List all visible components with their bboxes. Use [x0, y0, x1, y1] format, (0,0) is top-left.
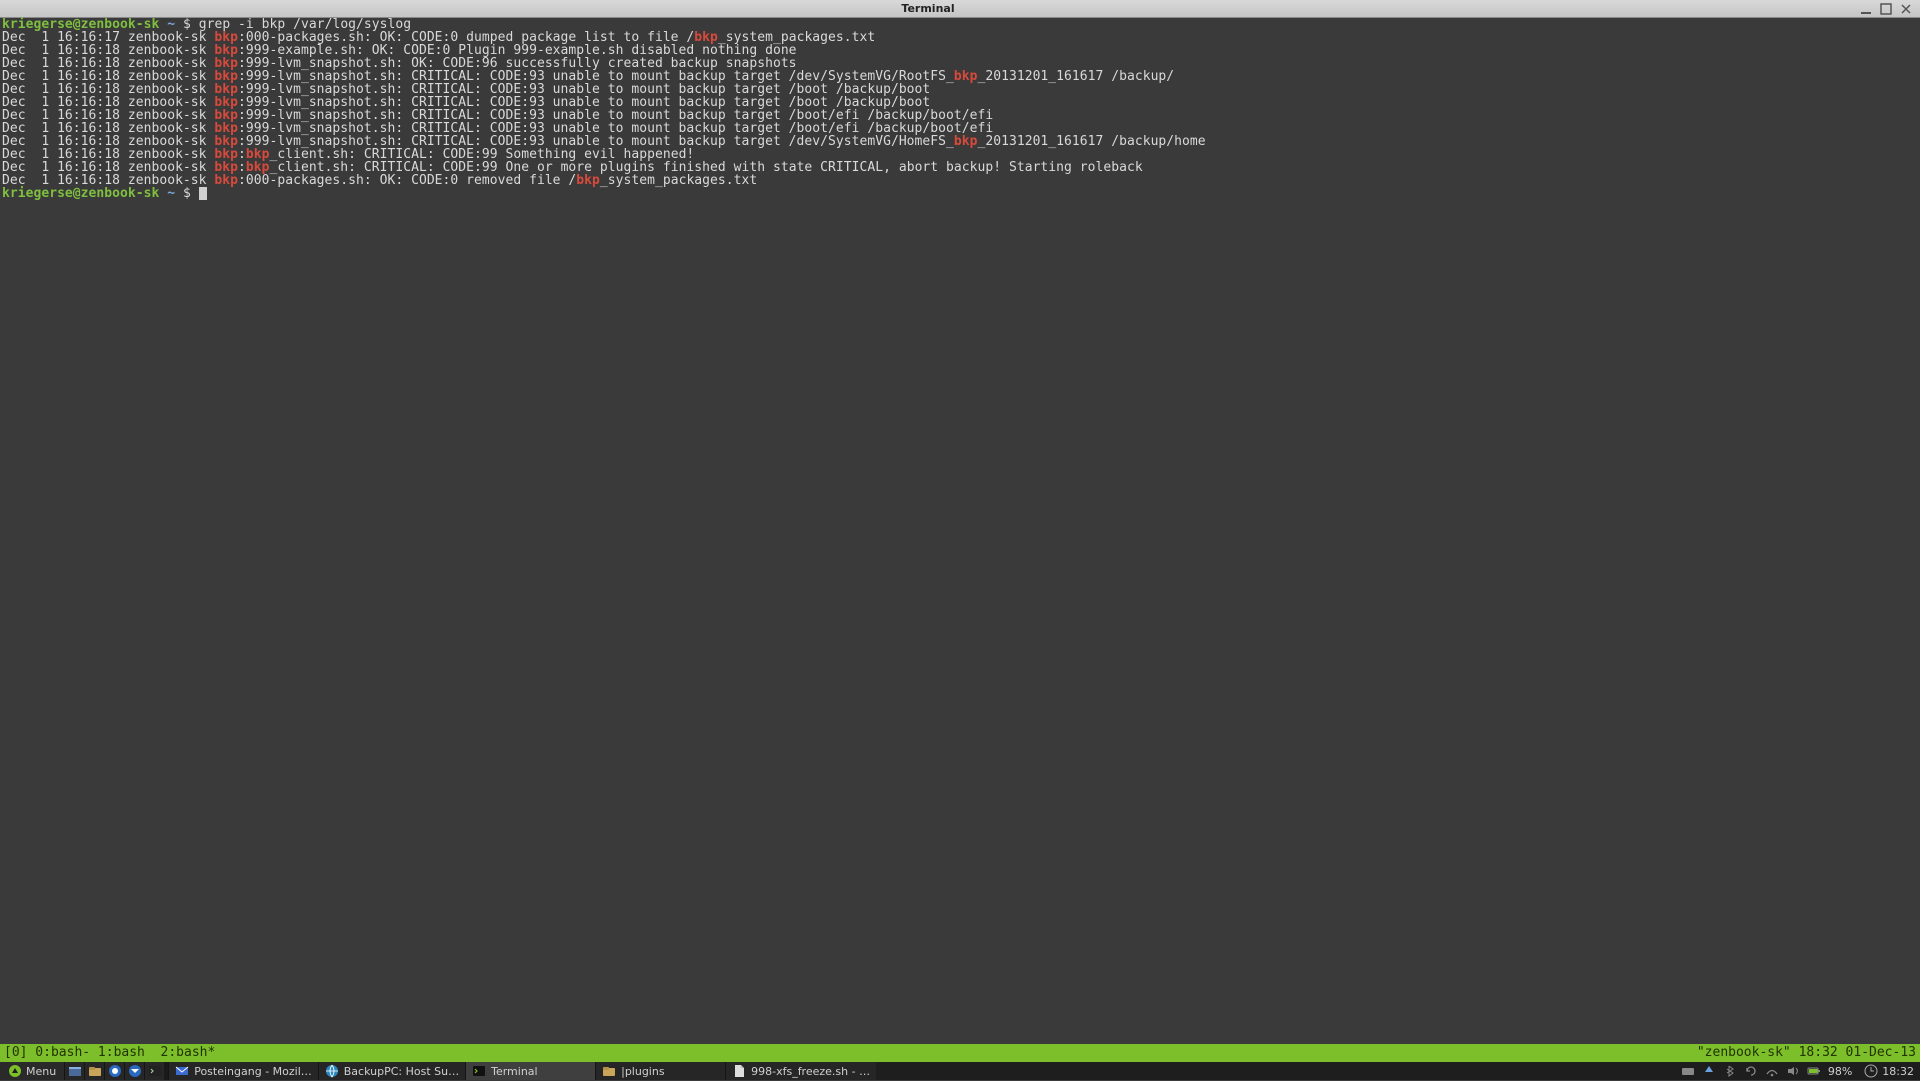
window-titlebar: Terminal	[0, 0, 1920, 18]
window-title: Terminal	[0, 2, 1856, 15]
thunderbird-launcher[interactable]	[124, 1062, 144, 1080]
grep-match: bkp	[954, 69, 978, 84]
grep-match: bkp	[214, 173, 238, 188]
log-line: Dec 1 16:16:18 zenbook-sk bkp:000-packag…	[2, 174, 1918, 187]
distro-logo-icon	[8, 1064, 22, 1078]
sync-icon[interactable]	[1744, 1064, 1758, 1078]
cursor	[199, 187, 207, 200]
bluetooth-icon[interactable]	[1723, 1064, 1737, 1078]
clock-icon	[1864, 1064, 1878, 1078]
taskbar-task-editor[interactable]: 998-xfs_freeze.sh - …	[725, 1062, 876, 1080]
taskbar-task-backuppc[interactable]: BackupPC: Host Su…	[318, 1062, 465, 1080]
window-maximize-button[interactable]	[1878, 2, 1894, 16]
folder-icon	[602, 1064, 616, 1078]
file-manager-launcher[interactable]	[84, 1062, 104, 1080]
network-icon[interactable]	[1765, 1064, 1779, 1078]
panel-clock[interactable]: 18:32	[1858, 1062, 1920, 1080]
show-desktop-button[interactable]	[64, 1062, 84, 1080]
system-tray: 98%	[1675, 1062, 1858, 1080]
volume-icon[interactable]	[1786, 1064, 1800, 1078]
browser-launcher[interactable]	[104, 1062, 124, 1080]
tmux-windows-list[interactable]: [0] 0:bash- 1:bash 2:bash*	[0, 1044, 215, 1062]
updates-icon[interactable]	[1702, 1064, 1716, 1078]
task-label: Posteingang - Mozil…	[194, 1065, 312, 1078]
task-label: Terminal	[491, 1065, 538, 1078]
battery-icon[interactable]	[1807, 1064, 1821, 1078]
globe-icon	[325, 1064, 339, 1078]
clock-text: 18:32	[1882, 1065, 1914, 1078]
menu-button[interactable]: Menu	[0, 1062, 64, 1080]
tmux-host-clock: "zenbook-sk" 18:32 01-Dec-13	[1697, 1044, 1920, 1062]
task-label: BackupPC: Host Su…	[344, 1065, 459, 1078]
menu-label: Menu	[26, 1065, 56, 1078]
taskbar-task-mail[interactable]: Posteingang - Mozil…	[168, 1062, 318, 1080]
mail-icon	[175, 1064, 189, 1078]
prompt-line: kriegerse@zenbook-sk ~ $	[2, 187, 1918, 200]
terminal-viewport[interactable]: kriegerse@zenbook-sk ~ $ grep -i bkp /va…	[0, 18, 1920, 1044]
terminal-launcher[interactable]	[144, 1062, 164, 1080]
panel: Menu Posteingang - Mozil… BackupPC: Host …	[0, 1062, 1920, 1080]
taskbar-task-plugins[interactable]: |plugins	[595, 1062, 725, 1080]
battery-percent: 98%	[1828, 1065, 1852, 1078]
tmux-status-bar: [0] 0:bash- 1:bash 2:bash* "zenbook-sk" …	[0, 1044, 1920, 1062]
window-minimize-button[interactable]	[1858, 2, 1874, 16]
task-label: |plugins	[621, 1065, 664, 1078]
keyboard-icon[interactable]	[1681, 1064, 1695, 1078]
document-icon	[732, 1064, 746, 1078]
window-close-button[interactable]	[1898, 2, 1914, 16]
taskbar-task-terminal[interactable]: Terminal	[465, 1062, 595, 1080]
grep-match: bkp	[576, 173, 600, 188]
grep-match: bkp	[954, 134, 978, 149]
terminal-icon	[472, 1064, 486, 1078]
task-label: 998-xfs_freeze.sh - …	[751, 1065, 870, 1078]
